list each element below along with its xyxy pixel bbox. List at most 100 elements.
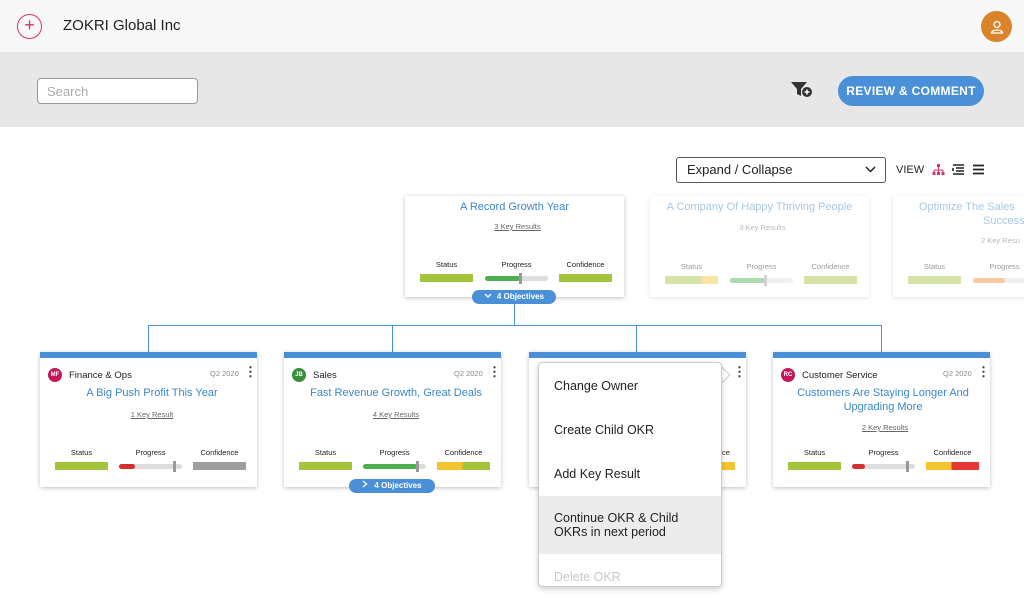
filter-plus-icon [791, 82, 812, 97]
menu-item-change-owner[interactable]: Change Owner [539, 379, 721, 393]
confidence-bar [926, 462, 979, 470]
objective-title[interactable]: Customers Are Staying Longer And [773, 386, 993, 400]
view-label: VIEW [896, 164, 925, 176]
objective-card-optimize-sales[interactable]: Optimize The Sales Success 2 Key Resu St… [893, 196, 1024, 297]
objective-title[interactable]: Fast Revenue Growth, Great Deals [284, 386, 508, 400]
objective-title[interactable]: A Company Of Happy Thriving People [650, 200, 869, 214]
card-accent [284, 352, 501, 358]
connector-line [514, 304, 515, 325]
search-bar: REVIEW & COMMENT [0, 53, 1024, 127]
confidence-label: Confidence [566, 260, 605, 269]
review-comment-button[interactable]: REVIEW & COMMENT [838, 76, 984, 106]
key-results-link[interactable]: 2 Key Resu [981, 236, 1024, 245]
confidence-label: ce [722, 448, 730, 457]
menu-item-continue-okr[interactable]: Continue OKR & Child OKRs in next period [539, 496, 721, 554]
more-menu-button[interactable]: ⋮ [244, 365, 257, 378]
filter-add-button[interactable] [790, 80, 814, 100]
status-bar [908, 276, 961, 284]
owner-name: Sales [313, 370, 337, 381]
card-accent [773, 352, 990, 358]
context-menu: Change Owner Create Child OKR Add Key Re… [538, 362, 722, 587]
progress-label: Progress [868, 448, 899, 457]
list-view-icon[interactable] [972, 163, 985, 176]
status-label: Status [923, 262, 946, 271]
period: Q2 2020 [454, 369, 483, 378]
confidence-label: Confidence [811, 262, 850, 271]
tree-view-icon[interactable] [932, 163, 945, 176]
owner-badge: MF [48, 368, 62, 382]
chevron-down-icon [484, 293, 492, 298]
user-icon [990, 20, 1003, 34]
status-bar [665, 276, 718, 284]
objective-card-happy-people[interactable]: A Company Of Happy Thriving People 3 Key… [650, 196, 869, 297]
progress-bar [852, 461, 915, 472]
status-label: Status [803, 448, 826, 457]
objective-card-record-growth[interactable]: A Record Growth Year 3 Key Results Statu… [405, 196, 624, 297]
progress-bar [485, 273, 548, 284]
objective-card-profit[interactable]: MF Finance & Ops Q2 2020 ⋮ A Big Push Pr… [40, 352, 257, 487]
status-label: Status [680, 262, 703, 271]
search-input[interactable] [37, 78, 198, 104]
key-results-link[interactable]: 1 Key Result [40, 410, 264, 419]
more-menu-button[interactable]: ⋮ [488, 365, 501, 378]
period: Q2 2020 [210, 369, 239, 378]
objective-card-customers[interactable]: RC Customer Service Q2 2020 ⋮ Customers … [773, 352, 990, 487]
period: Q2 2020 [943, 369, 972, 378]
progress-bar [363, 461, 426, 472]
confidence-bar [722, 462, 735, 470]
progress-label: Progress [501, 260, 532, 269]
objective-title[interactable]: Optimize The Sales [919, 200, 1024, 214]
top-bar: + ZOKRI Global Inc [0, 0, 1024, 53]
status-bar [420, 274, 473, 282]
objective-title[interactable]: A Record Growth Year [405, 200, 624, 214]
card-accent [529, 352, 746, 358]
progress-label: Progress [379, 448, 410, 457]
objectives-count: 4 Objectives [496, 292, 545, 301]
connector-line [636, 325, 637, 352]
status-label: Status [70, 448, 93, 457]
expand-collapse-select[interactable]: Expand / Collapse [676, 157, 886, 183]
objective-title-line2[interactable]: Success [983, 214, 1024, 228]
owner-name: Finance & Ops [69, 370, 132, 381]
expand-objectives-button[interactable]: 4 Objectives [349, 479, 435, 493]
progress-label: Progress [135, 448, 166, 457]
confidence-label: Confidence [933, 448, 972, 457]
key-results-link[interactable]: 3 Key Results [405, 222, 630, 231]
menu-item-delete-okr[interactable]: Delete OKR [539, 570, 721, 584]
objective-title[interactable]: A Big Push Profit This Year [40, 386, 264, 400]
more-menu-button[interactable]: ⋮ [733, 365, 746, 378]
chevron-down-icon [865, 166, 876, 173]
menu-item-add-key-result[interactable]: Add Key Result [539, 467, 721, 481]
owner-name: Customer Service [802, 370, 878, 381]
status-label: Status [314, 448, 337, 457]
card-accent [40, 352, 257, 358]
indented-list-icon[interactable] [952, 163, 965, 176]
menu-item-continue-okr-line2: OKRs in next period [554, 525, 666, 539]
owner-badge: JB [292, 368, 306, 382]
org-name: ZOKRI Global Inc [63, 17, 181, 34]
key-results-link[interactable]: 3 Key Results [650, 223, 875, 232]
connector-line [392, 325, 393, 352]
connector-line [148, 325, 881, 326]
add-button[interactable]: + [17, 14, 42, 39]
menu-item-create-child-okr[interactable]: Create Child OKR [539, 423, 721, 437]
key-results-link[interactable]: 4 Key Results [284, 410, 508, 419]
confidence-bar [193, 462, 246, 470]
status-bar [788, 462, 841, 470]
objective-title-line2[interactable]: Upgrading More [773, 400, 993, 414]
confidence-label: Confidence [200, 448, 239, 457]
status-bar [299, 462, 352, 470]
confidence-bar [804, 276, 857, 284]
more-menu-button[interactable]: ⋮ [977, 365, 990, 378]
chevron-right-icon [362, 480, 368, 488]
key-results-link[interactable]: 2 Key Results [773, 423, 997, 432]
objective-card-revenue[interactable]: JB Sales Q2 2020 ⋮ Fast Revenue Growth, … [284, 352, 501, 487]
expand-collapse-value: Expand / Collapse [687, 162, 793, 177]
objectives-count: 4 Objectives [374, 481, 422, 490]
progress-label: Progress [989, 262, 1020, 271]
expand-objectives-button[interactable]: 4 Objectives [472, 290, 556, 304]
avatar[interactable] [981, 11, 1012, 42]
status-label: Status [435, 260, 458, 269]
progress-bar [730, 275, 793, 286]
progress-bar [119, 461, 182, 472]
